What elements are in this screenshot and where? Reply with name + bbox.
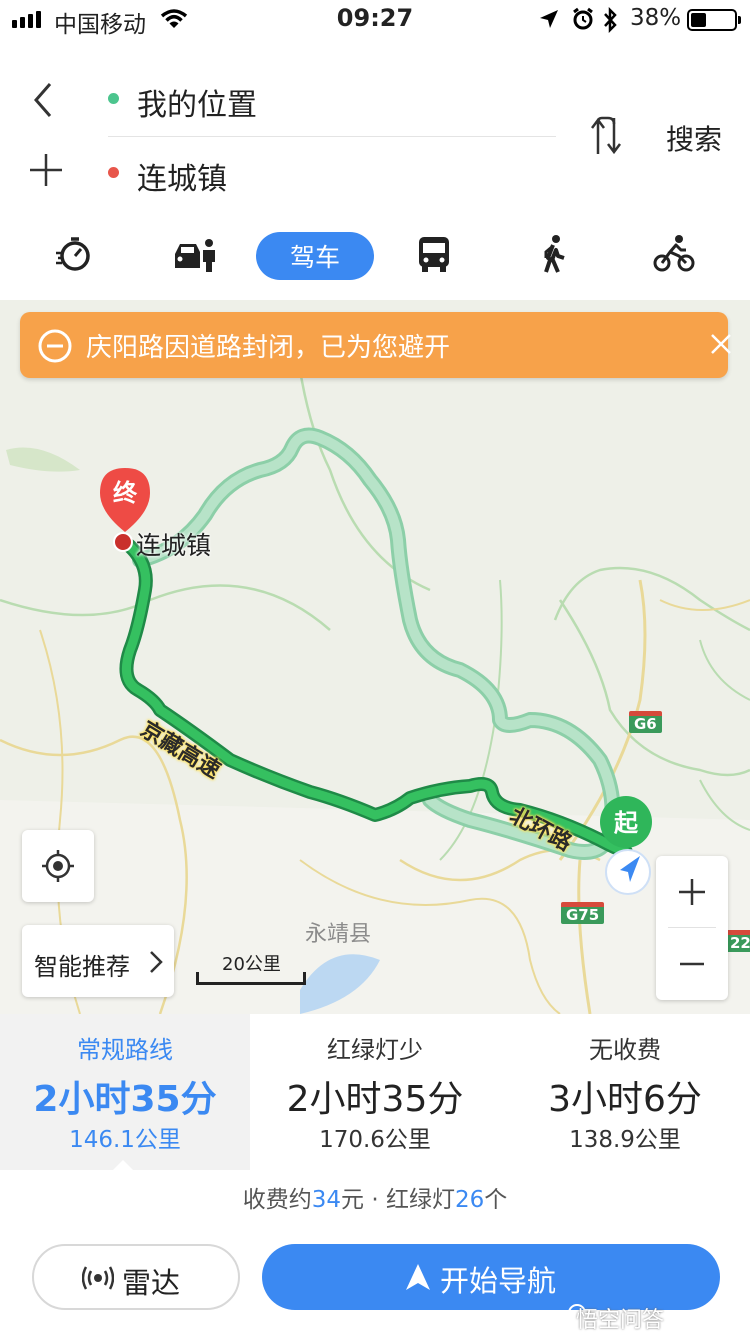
toll-amount: 34 xyxy=(311,1187,342,1213)
smart-recommend-label: 智能推荐 xyxy=(34,953,130,981)
divider xyxy=(108,136,556,137)
tab-bus[interactable] xyxy=(404,230,464,278)
traffic-light-count: 26 xyxy=(454,1187,485,1213)
scale-bar xyxy=(196,972,306,985)
radar-label: 雷达 xyxy=(122,1266,181,1300)
destination-marker-text: 终 xyxy=(113,479,138,507)
start-marker-text: 起 xyxy=(613,809,639,837)
destination-dot-icon xyxy=(108,167,119,178)
highway-shield: G6 xyxy=(629,711,662,733)
minus-icon xyxy=(680,962,704,966)
selection-caret xyxy=(113,1160,133,1170)
route-summary: 收费约34元 · 红绿灯26个 xyxy=(0,1180,750,1214)
battery-icon xyxy=(687,9,741,31)
road-closure-notice: 庆阳路因道路封闭，已为您避开 xyxy=(20,312,731,378)
origin-field[interactable]: 我的位置 xyxy=(137,80,257,124)
summary-text: 个 xyxy=(484,1187,508,1213)
route-option[interactable]: 无收费 3小时6分 138.9公里 xyxy=(500,1014,750,1170)
zoom-out-button[interactable] xyxy=(656,928,728,1000)
swap-icon[interactable] xyxy=(588,116,626,156)
search-button[interactable]: 搜索 xyxy=(666,118,722,158)
tab-bike[interactable] xyxy=(644,230,704,278)
map-canvas xyxy=(0,369,750,1014)
zoom-controls xyxy=(656,856,728,1000)
close-icon[interactable] xyxy=(708,331,734,357)
place-label: 永靖县 xyxy=(305,922,372,947)
zoom-in-button[interactable] xyxy=(656,856,728,928)
route-option-distance: 138.9公里 xyxy=(569,1127,681,1153)
route-option-duration: 2小时35分 xyxy=(33,1079,217,1120)
route-option-duration: 2小时35分 xyxy=(286,1079,464,1120)
route-option-name: 红绿灯少 xyxy=(327,1036,423,1064)
location-arrow-icon xyxy=(540,10,558,28)
bus-icon xyxy=(419,237,449,272)
alarm-icon xyxy=(573,7,593,30)
tab-walk[interactable] xyxy=(524,230,584,278)
destination-map-label: 连城镇 xyxy=(136,531,212,560)
map-scale: 20公里 xyxy=(196,948,308,988)
route-option-duration: 3小时6分 xyxy=(548,1079,702,1120)
radar-icon xyxy=(82,1266,114,1290)
transport-mode-tabs: 驾车 xyxy=(0,230,750,286)
tab-drive[interactable]: 驾车 xyxy=(256,232,374,280)
back-arrow-icon[interactable] xyxy=(28,80,60,120)
status-bar: 中国移动 09:27 38% xyxy=(0,0,750,40)
smart-recommend-button[interactable]: 智能推荐 xyxy=(22,925,174,997)
add-waypoint-icon[interactable] xyxy=(28,152,64,188)
locate-me-button[interactable] xyxy=(22,830,94,902)
plus-icon xyxy=(679,879,705,905)
bluetooth-icon xyxy=(604,7,617,33)
car-hailing-icon xyxy=(175,239,215,272)
start-navigation-button[interactable]: 开始导航 xyxy=(262,1244,720,1310)
route-option[interactable]: 红绿灯少 2小时35分 170.6公里 xyxy=(250,1014,500,1170)
highway-shield: G75 xyxy=(561,902,605,924)
navigation-arrow-icon xyxy=(406,1264,430,1290)
highway-shield: 22 xyxy=(725,930,750,952)
chevron-right-icon xyxy=(150,951,163,973)
tab-taxi[interactable] xyxy=(44,230,104,278)
start-navigation-label: 开始导航 xyxy=(440,1264,557,1298)
summary-text: 收费约 xyxy=(242,1187,312,1213)
route-header: 我的位置 连城镇 搜索 驾车 xyxy=(0,40,750,300)
start-pin-icon[interactable]: 起 xyxy=(598,796,658,896)
notice-text: 庆阳路因道路封闭，已为您避开 xyxy=(86,333,451,363)
map-view[interactable]: 庆阳路因道路封闭，已为您避开 终 连城镇 京藏高速 北环路 G6 G75 22 … xyxy=(0,300,750,1014)
route-option-distance: 146.1公里 xyxy=(69,1127,181,1153)
bike-icon xyxy=(653,235,695,272)
no-entry-icon xyxy=(38,329,72,363)
route-option[interactable]: 常规路线 2小时35分 146.1公里 xyxy=(0,1014,250,1170)
route-option-name: 无收费 xyxy=(589,1036,661,1064)
crosshair-icon xyxy=(42,850,74,882)
summary-text: 元 · 红绿灯 xyxy=(341,1187,455,1213)
radar-button[interactable]: 雷达 xyxy=(32,1244,240,1310)
tab-car-hailing[interactable] xyxy=(164,230,224,278)
route-options: 常规路线 2小时35分 146.1公里 红绿灯少 2小时35分 170.6公里 … xyxy=(0,1014,750,1170)
destination-field[interactable]: 连城镇 xyxy=(137,154,227,198)
watermark: 悟空问答 xyxy=(576,1308,665,1333)
route-option-distance: 170.6公里 xyxy=(319,1127,431,1153)
route-option-name: 常规路线 xyxy=(77,1036,173,1064)
battery-percent: 38% xyxy=(630,5,682,31)
timer-icon xyxy=(56,237,90,271)
walk-icon xyxy=(544,235,565,273)
origin-dot-icon xyxy=(108,93,119,104)
